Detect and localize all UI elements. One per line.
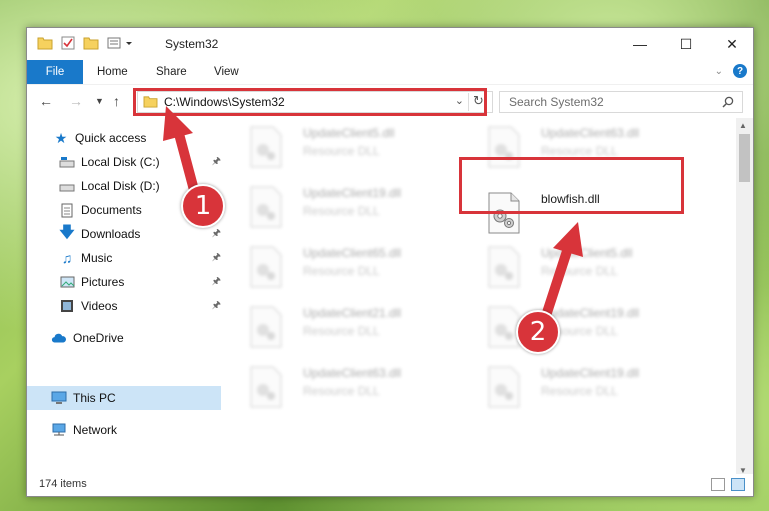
step-1-badge: 1 (181, 184, 225, 228)
annotation-arrows (163, 106, 583, 330)
step-2-badge: 2 (516, 310, 560, 354)
arrow-2 (538, 222, 583, 330)
